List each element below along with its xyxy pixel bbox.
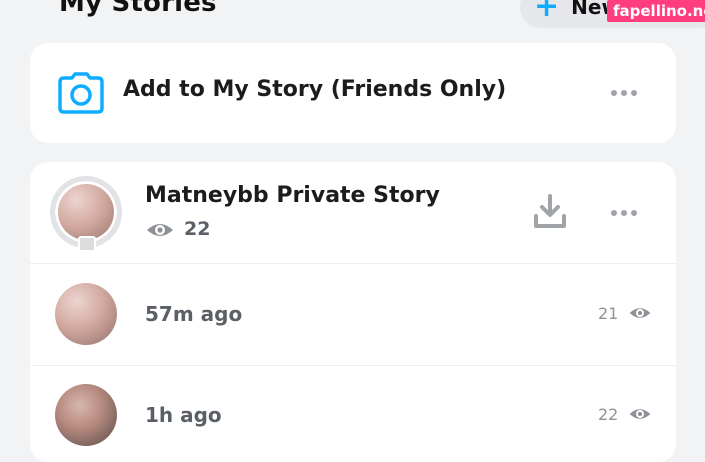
private-story-name: Matneybb Private Story: [145, 183, 440, 208]
private-story-more-icon[interactable]: [609, 208, 639, 218]
add-to-story-card[interactable]: Add to My Story (Friends Only): [30, 43, 676, 143]
snap-thumbnail: [55, 283, 117, 345]
page-title: My Stories: [59, 0, 217, 18]
divider: [30, 263, 676, 264]
watermark: fapellino.net: [607, 0, 705, 22]
add-story-more-icon[interactable]: [609, 88, 639, 98]
private-story-card: Matneybb Private Story 22 57m ago 21 1h …: [30, 162, 676, 462]
add-to-story-label: Add to My Story (Friends Only): [123, 77, 507, 102]
camera-icon: [58, 72, 104, 114]
private-story-view-count: 22: [184, 218, 211, 240]
snap-time: 1h ago: [145, 403, 222, 427]
snap-view-count: 21: [598, 304, 619, 323]
eye-icon: [147, 224, 173, 236]
divider: [30, 365, 676, 366]
snap-view-count: 22: [598, 405, 619, 424]
download-icon[interactable]: [533, 194, 567, 230]
snap-time: 57m ago: [145, 302, 243, 326]
snap-thumbnail: [55, 384, 117, 446]
lock-icon: [78, 236, 96, 252]
plus-icon: +: [534, 0, 560, 24]
eye-icon: [629, 409, 651, 419]
eye-icon: [629, 308, 651, 318]
